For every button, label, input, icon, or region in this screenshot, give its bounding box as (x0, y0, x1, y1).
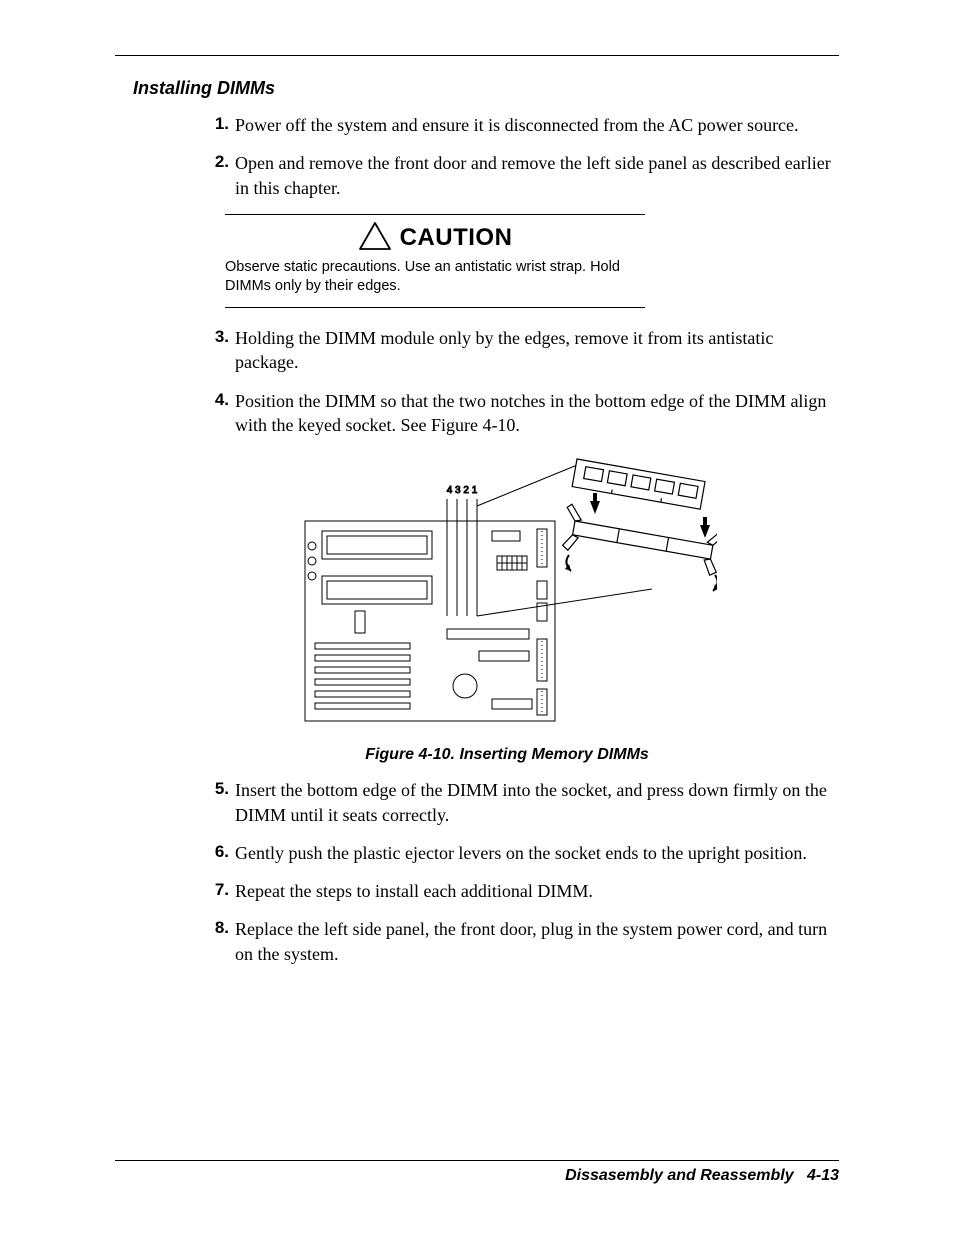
step-number: 7. (205, 879, 229, 902)
step-number: 4. (205, 389, 229, 412)
footer-section: Dissasembly and Reassembly (565, 1167, 794, 1184)
footer-text: Dissasembly and Reassembly 4-13 (115, 1167, 839, 1185)
step-number: 2. (205, 151, 229, 174)
caution-triangle-icon (358, 221, 392, 256)
figure: 4 3 2 1 (175, 451, 839, 764)
section-title: Installing DIMMs (133, 78, 839, 99)
step-4: 4. Position the DIMM so that the two not… (205, 389, 839, 438)
step-text: Holding the DIMM module only by the edge… (235, 328, 773, 372)
steps-list: 5. Insert the bottom edge of the DIMM in… (205, 778, 839, 966)
step-8: 8. Replace the left side panel, the fron… (205, 917, 839, 966)
step-1: 1. Power off the system and ensure it is… (205, 113, 839, 137)
step-2: 2. Open and remove the front door and re… (205, 151, 839, 200)
caution-box: CAUTION Observe static precautions. Use … (225, 214, 645, 308)
step-number: 3. (205, 326, 229, 349)
footer-rule (115, 1160, 839, 1161)
figure-svg: 4 3 2 1 (297, 451, 717, 731)
step-number: 8. (205, 917, 229, 940)
step-text: Replace the left side panel, the front d… (235, 919, 827, 963)
slot-labels: 4 3 2 1 (447, 485, 478, 496)
steps-list: 3. Holding the DIMM module only by the e… (205, 326, 839, 437)
page-footer: Dissasembly and Reassembly 4-13 (115, 1160, 839, 1185)
footer-page: 4-13 (807, 1167, 839, 1184)
step-text: Repeat the steps to install each additio… (235, 881, 593, 901)
step-5: 5. Insert the bottom edge of the DIMM in… (205, 778, 839, 827)
figure-caption: Figure 4-10. Inserting Memory DIMMs (175, 746, 839, 764)
step-7: 7. Repeat the steps to install each addi… (205, 879, 839, 903)
step-text: Gently push the plastic ejector levers o… (235, 843, 807, 863)
step-number: 1. (205, 113, 229, 136)
step-text: Power off the system and ensure it is di… (235, 115, 799, 135)
caution-heading: CAUTION (225, 221, 645, 256)
step-6: 6. Gently push the plastic ejector lever… (205, 841, 839, 865)
step-3: 3. Holding the DIMM module only by the e… (205, 326, 839, 375)
page: Installing DIMMs 1. Power off the system… (0, 0, 954, 1235)
step-text: Open and remove the front door and remov… (235, 153, 831, 197)
caution-text: Observe static precautions. Use an antis… (225, 258, 645, 297)
step-number: 5. (205, 778, 229, 801)
caution-block: CAUTION Observe static precautions. Use … (225, 214, 645, 308)
step-number: 6. (205, 841, 229, 864)
step-text: Insert the bottom edge of the DIMM into … (235, 780, 827, 824)
step-text: Position the DIMM so that the two notche… (235, 391, 826, 435)
steps-list: 1. Power off the system and ensure it is… (205, 113, 839, 200)
top-rule (115, 55, 839, 56)
caution-label: CAUTION (400, 224, 513, 252)
